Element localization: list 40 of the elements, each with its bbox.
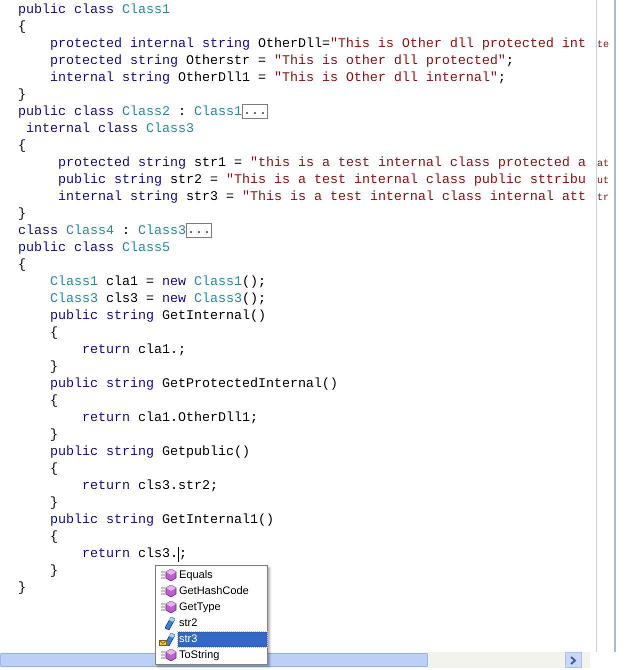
code-line: public string str2 = "This is a test internal class public sttribu: [56, 172, 586, 189]
code-line: public string GetInternal(): [48, 308, 266, 325]
clipped-text: ut: [597, 176, 610, 187]
clipped-text: at: [597, 159, 610, 170]
code-line: Class1 cla1 = new Class1();: [48, 274, 266, 291]
code-line: public class Class2 : Class1: [18, 104, 242, 121]
code-line: public class Class5: [18, 240, 170, 257]
code-line: class Class4 : Class3: [18, 223, 186, 240]
code-line: protected string str1 = "this is a test internal class protected a: [56, 155, 586, 172]
code-line: {: [48, 461, 58, 478]
code-line: }: [18, 580, 26, 597]
code-line: return cla1.OtherDll1;: [80, 410, 258, 427]
clipped-text: tr: [597, 193, 610, 204]
code-line: {: [18, 19, 26, 36]
code-line: {: [48, 393, 58, 410]
code-line: }: [48, 495, 58, 512]
code-line: internal string str3 = "This is a test internal class internal att: [56, 189, 586, 206]
code-line: public string GetProtectedInternal(): [48, 376, 338, 393]
code-line: {: [48, 325, 58, 342]
code-line: {: [18, 138, 26, 155]
code-line: }: [18, 87, 26, 104]
code-line: public string GetInternal1(): [48, 512, 274, 529]
code-line: public string Getpublic(): [48, 444, 250, 461]
code-line: protected internal string OtherDll="This is Other dll protected int: [48, 36, 586, 53]
code-line: }: [48, 427, 58, 444]
code-line: internal string OtherDll1 = "This is Other dll internal";: [48, 70, 506, 87]
clipped-text: te: [597, 40, 610, 51]
code-line: return cls3.: [80, 546, 178, 563]
code-line: }: [48, 563, 58, 580]
code-line: internal class Class3: [24, 121, 194, 138]
code-line: public class Class1: [18, 2, 170, 19]
code-line: ;: [178, 546, 187, 563]
code-line: }: [48, 359, 58, 376]
code-line: Class3 cls3 = new Class3();: [48, 291, 266, 308]
code-line: protected string Otherstr = "This is other dll protected";: [48, 53, 514, 70]
code-line: {: [48, 529, 58, 546]
code-line: }: [18, 206, 26, 223]
code-line: return cla1.;: [80, 342, 186, 359]
code-line: {: [18, 257, 26, 274]
code-line: return cls3.str2;: [80, 478, 218, 495]
